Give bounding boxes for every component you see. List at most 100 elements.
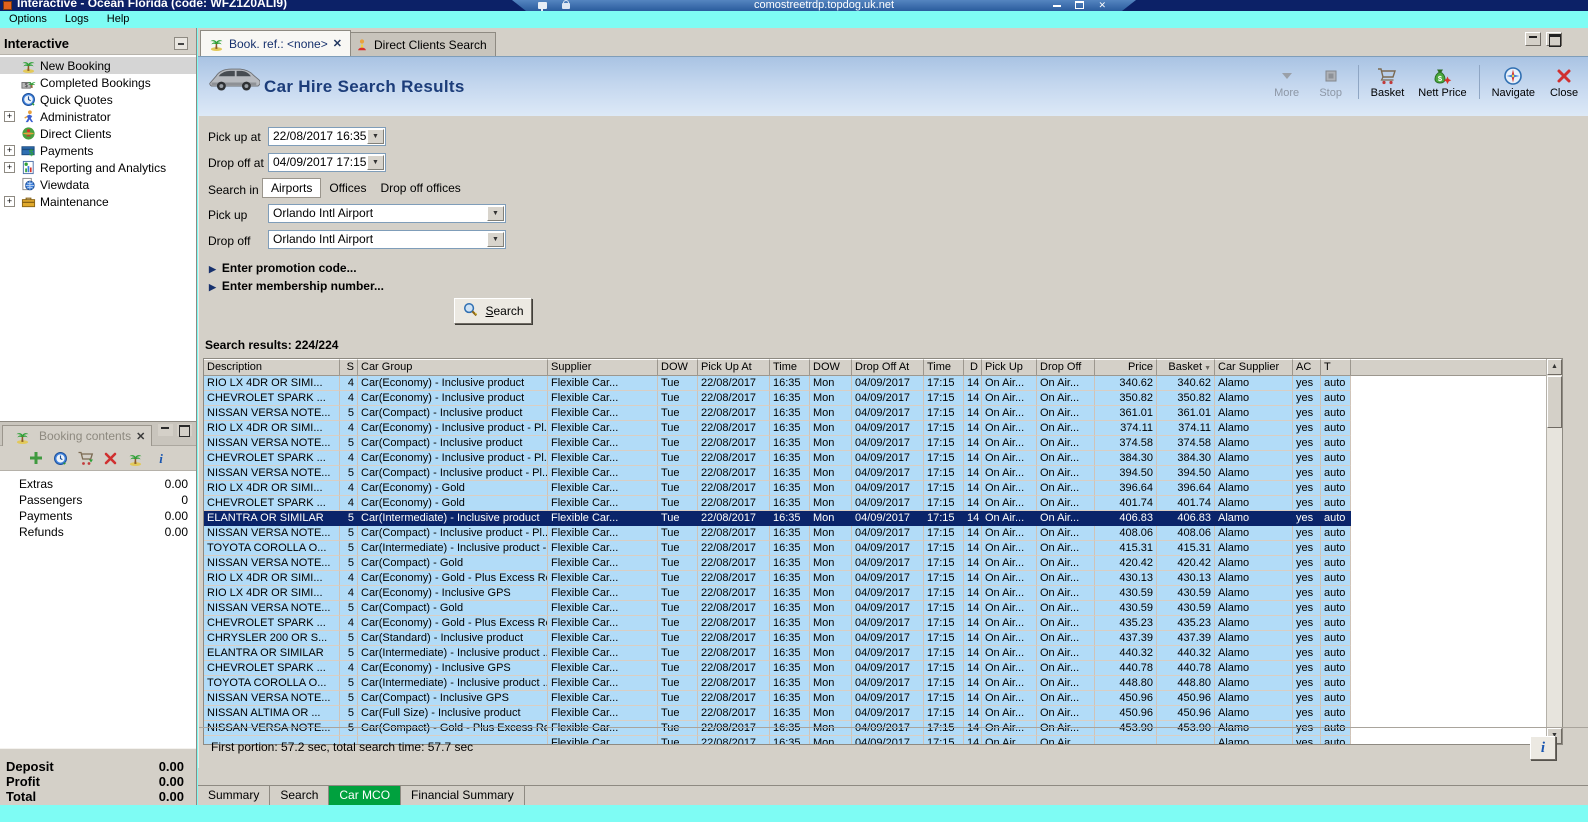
column-header-time-6[interactable]: Time	[770, 359, 810, 376]
membership-number-expander[interactable]: ▶ Enter membership number...	[209, 279, 384, 293]
sidebar-item-quick-quotes[interactable]: Quick Quotes	[0, 91, 196, 108]
quick-quote-icon[interactable]	[53, 450, 69, 466]
booking-contents-tab[interactable]: Booking contents ✕	[2, 425, 153, 446]
basket-go-icon[interactable]	[78, 450, 94, 466]
table-row[interactable]: TOYOTA COROLLA O... 5 Car(Intermediate) - …	[204, 541, 1546, 556]
sidebar-item-payments[interactable]: + $ Payments	[0, 142, 196, 159]
sidebar-item-maintenance[interactable]: + Maintenance	[0, 193, 196, 210]
sidebar-item-administrator[interactable]: + Administrator	[0, 108, 196, 125]
tree-expand-icon[interactable]: +	[4, 162, 15, 173]
table-row[interactable]: TOYOTA COROLLA O... 5 Car(Intermediate) - …	[204, 676, 1546, 691]
search-in-option-offices[interactable]: Offices	[329, 181, 366, 195]
menu-help[interactable]: Help	[98, 11, 139, 28]
table-row[interactable]: RIO LX 4DR OR SIMI... 4 Car(Economy) - Inc…	[204, 586, 1546, 601]
dropoff-at-combobox[interactable]: 04/09/2017 17:15 ▼	[268, 153, 386, 172]
column-header-dow-4[interactable]: DOW	[658, 359, 698, 376]
menu-options[interactable]: Options	[0, 11, 56, 28]
mdi-maximize-button[interactable]	[1546, 32, 1562, 47]
tab-direct-clients-search[interactable]: Direct Clients Search	[346, 32, 496, 56]
table-row[interactable]: NISSAN VERSA NOTE... 5 Car(Compact) - Incl…	[204, 691, 1546, 706]
tree-expand-icon[interactable]: +	[4, 145, 15, 156]
delete-icon[interactable]	[103, 450, 119, 466]
table-row[interactable]: ELANTRA OR SIMILAR 5 Car(Intermediate) - I…	[204, 646, 1546, 661]
bottom-tab-search[interactable]: Search	[270, 786, 330, 805]
new-booking-icon[interactable]	[128, 450, 144, 466]
tab-close-icon[interactable]: ✕	[333, 37, 342, 50]
table-row[interactable]: NISSAN ALTIMA OR ... 5 Car(Full Size) - In…	[204, 706, 1546, 721]
sidebar-collapse-button[interactable]	[174, 37, 188, 50]
sidebar-item-reporting-and-analytics[interactable]: + Reporting and Analytics	[0, 159, 196, 176]
column-header-d-10[interactable]: D	[964, 359, 982, 376]
table-row[interactable]: RIO LX 4DR OR SIMI... 4 Car(Economy) - Gol…	[204, 481, 1546, 496]
table-row[interactable]: RIO LX 4DR OR SIMI... 4 Car(Economy) - Inc…	[204, 421, 1546, 436]
promotion-code-expander[interactable]: ▶ Enter promotion code...	[209, 261, 357, 275]
search-button[interactable]: Search	[454, 298, 532, 324]
column-header-drop-off-at-8[interactable]: Drop Off At	[852, 359, 924, 376]
table-row[interactable]: CHEVROLET SPARK ... 4 Car(Economy) - Inclu…	[204, 661, 1546, 676]
search-in-option-drop-off-offices[interactable]: Drop off offices	[380, 181, 460, 195]
column-header-time-9[interactable]: Time	[924, 359, 964, 376]
basket-button[interactable]: Basket	[1364, 63, 1412, 101]
column-header-drop-off-12[interactable]: Drop Off	[1037, 359, 1095, 376]
pickup-at-combobox[interactable]: 22/08/2017 16:35 ▼	[268, 127, 386, 146]
column-header-basket-14[interactable]: Basket ▼	[1157, 359, 1215, 376]
column-header-supplier-3[interactable]: Supplier	[548, 359, 658, 376]
scroll-up-icon[interactable]: ▲	[1547, 359, 1562, 375]
rdp-close-button[interactable]: ✕	[1098, 0, 1106, 10]
column-header-car-supplier-15[interactable]: Car Supplier	[1215, 359, 1293, 376]
rdp-minimize-button[interactable]	[1053, 0, 1061, 8]
panel-maximize-button[interactable]	[177, 424, 192, 437]
chevron-down-icon[interactable]: ▼	[367, 129, 384, 144]
close-button[interactable]: Close	[1542, 63, 1586, 101]
rdp-restore-button[interactable]	[1075, 1, 1084, 9]
column-header-price-13[interactable]: Price	[1095, 359, 1157, 376]
table-row[interactable]: NISSAN VERSA NOTE... 5 Car(Compact) - Incl…	[204, 406, 1546, 421]
navigate-button[interactable]: Navigate	[1485, 63, 1542, 101]
bottom-tab-summary[interactable]: Summary	[198, 786, 271, 805]
table-row[interactable]: CHRYSLER 200 OR S... 5 Car(Standard) - Inc…	[204, 631, 1546, 646]
vertical-scrollbar[interactable]: ▲ ▼	[1546, 359, 1562, 744]
panel-minimize-button[interactable]	[158, 424, 173, 436]
table-row[interactable]: CHEVROLET SPARK ... 4 Car(Economy) - Inclu…	[204, 391, 1546, 406]
table-row[interactable]: NISSAN VERSA NOTE... 5 Car(Compact) - Incl…	[204, 436, 1546, 451]
chevron-down-icon[interactable]: ▼	[367, 155, 384, 170]
chevron-down-icon[interactable]: ▼	[487, 206, 504, 221]
sidebar-item-viewdata[interactable]: Viewdata	[0, 176, 196, 193]
info-icon[interactable]: i	[153, 450, 169, 466]
table-row[interactable]: RIO LX 4DR OR SIMI... 4 Car(Economy) - Inc…	[204, 376, 1546, 391]
column-header-ac-16[interactable]: AC	[1293, 359, 1321, 376]
sidebar-item-direct-clients[interactable]: Direct Clients	[0, 125, 196, 142]
table-row[interactable]: CHEVROLET SPARK ... 4 Car(Economy) - Inclu…	[204, 451, 1546, 466]
tree-expand-icon[interactable]: +	[4, 196, 15, 207]
column-header-description-0[interactable]: Description	[204, 359, 340, 376]
table-row[interactable]: NISSAN VERSA NOTE... 5 Car(Compact) - Incl…	[204, 526, 1546, 541]
search-in-option-airports[interactable]: Airports	[262, 178, 322, 198]
table-row[interactable]: NISSAN VERSA NOTE... 5 Car(Compact) - Incl…	[204, 466, 1546, 481]
table-row[interactable]: NISSAN VERSA NOTE... 5 Car(Compact) - Gold…	[204, 556, 1546, 571]
bottom-tab-car-mco[interactable]: Car MCO	[329, 786, 402, 805]
column-header-car-group-2[interactable]: Car Group	[358, 359, 548, 376]
scrollbar-thumb[interactable]	[1547, 376, 1562, 428]
menu-logs[interactable]: Logs	[56, 11, 98, 28]
tab-book-ref-none-[interactable]: Book. ref.: <none> ✕	[200, 30, 351, 56]
table-row[interactable]: CHEVROLET SPARK ... 4 Car(Economy) - Gold F…	[204, 496, 1546, 511]
chevron-down-icon[interactable]: ▼	[487, 232, 504, 247]
bottom-tab-financial-summary[interactable]: Financial Summary	[401, 786, 525, 805]
column-header-pick-up-at-5[interactable]: Pick Up At	[698, 359, 770, 376]
column-header-s-1[interactable]: S	[340, 359, 358, 376]
sidebar-item-new-booking[interactable]: New Booking	[0, 57, 196, 74]
sidebar-item-completed-bookings[interactable]: $ Completed Bookings	[0, 74, 196, 91]
column-header-t-17[interactable]: T	[1321, 359, 1351, 376]
mdi-minimize-button[interactable]	[1525, 32, 1541, 46]
tree-expand-icon[interactable]: +	[4, 111, 15, 122]
column-header-pick-up-11[interactable]: Pick Up	[982, 359, 1037, 376]
table-row[interactable]: NISSAN VERSA NOTE... 5 Car(Compact) - Gold…	[204, 601, 1546, 616]
close-icon[interactable]: ✕	[136, 430, 145, 443]
table-row[interactable]: CHEVROLET SPARK ... 4 Car(Economy) - Gold …	[204, 616, 1546, 631]
table-row[interactable]: RIO LX 4DR OR SIMI... 4 Car(Economy) - Gol…	[204, 571, 1546, 586]
nett-price-button[interactable]: $ Nett Price	[1411, 63, 1473, 101]
info-button[interactable]: i	[1530, 736, 1556, 760]
table-row[interactable]: ELANTRA OR SIMILAR 5 Car(Intermediate) - I…	[204, 511, 1546, 526]
pickup-combobox[interactable]: Orlando Intl Airport ▼	[268, 204, 506, 223]
add-icon[interactable]	[28, 450, 44, 466]
